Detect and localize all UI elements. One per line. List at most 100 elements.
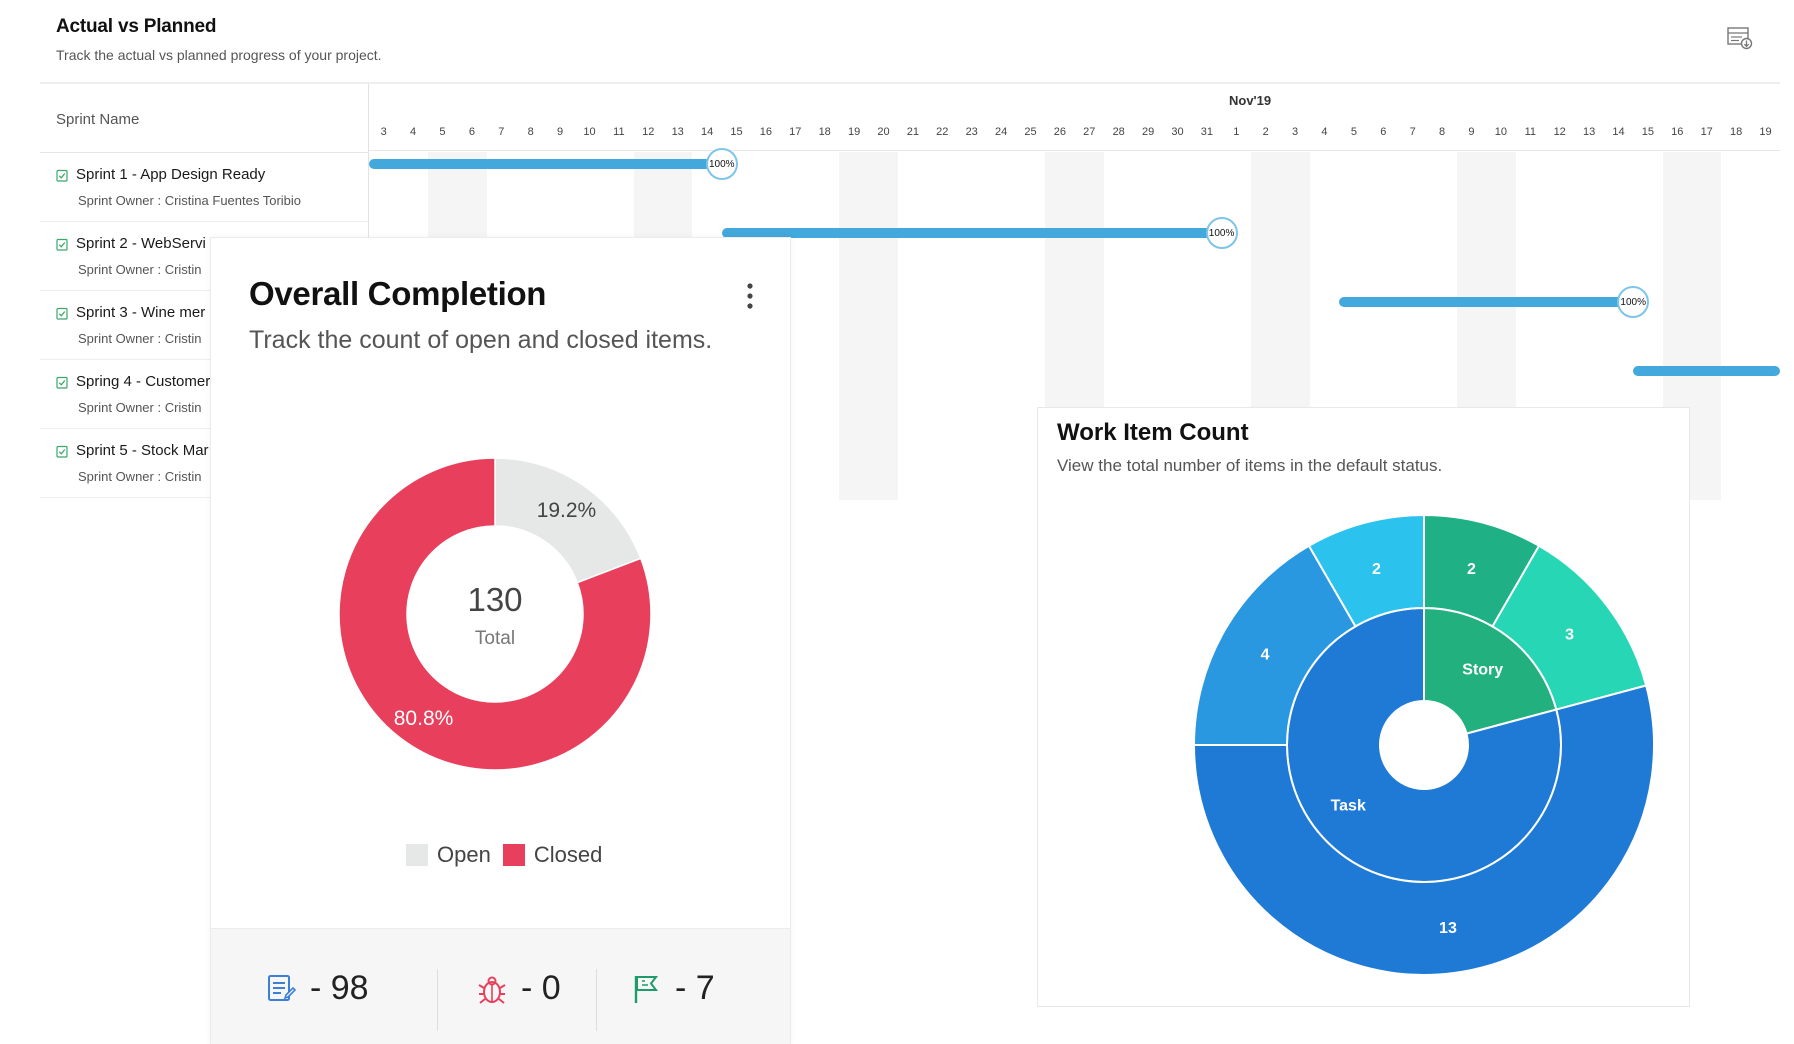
sprint-owner: Sprint Owner : Cristin <box>78 469 202 484</box>
day-label: 30 <box>1171 126 1184 138</box>
day-label: 21 <box>906 126 919 138</box>
day-label: 11 <box>1524 126 1536 138</box>
stat-divider <box>596 969 597 1031</box>
day-label: 28 <box>1112 126 1125 138</box>
checklist-icon <box>56 376 68 389</box>
day-label: 6 <box>1380 126 1387 138</box>
legend-label: Closed <box>533 842 603 867</box>
day-label: 7 <box>498 126 505 138</box>
sprint-progress-bar[interactable] <box>1633 366 1780 376</box>
card-title: Overall Completion <box>249 275 547 312</box>
donut-center-total: 130 <box>467 581 522 618</box>
day-label: 17 <box>789 126 802 138</box>
stat-bug-count[interactable]: - 0 <box>477 969 561 1008</box>
progress-badge[interactable]: 100% <box>705 148 738 180</box>
day-label: 23 <box>965 126 978 138</box>
sprint-progress-bar[interactable] <box>369 159 722 169</box>
day-label: 9 <box>557 126 564 138</box>
sprint-name[interactable]: Sprint 1 - App Design Ready <box>76 166 265 183</box>
work-item-count-card: Work Item Count View the total number of… <box>1037 407 1690 1007</box>
stat-document-count[interactable]: - 98 <box>266 969 369 1008</box>
completion-donut-chart[interactable]: 19.2% 80.8% 130 Total <box>305 424 685 804</box>
weekend-band <box>868 152 899 500</box>
day-label: 24 <box>994 126 1008 138</box>
day-label: 31 <box>1200 126 1213 138</box>
day-label: 3 <box>1292 126 1299 138</box>
day-label: 5 <box>439 126 446 138</box>
day-label: 14 <box>1612 126 1625 138</box>
day-label: 20 <box>877 126 890 138</box>
day-label: 8 <box>527 126 534 138</box>
sunburst-outer-label: 4 <box>1261 646 1270 663</box>
export-table-icon[interactable] <box>1727 26 1753 50</box>
legend-item-closed[interactable]: Closed <box>502 842 603 868</box>
day-label: 1 <box>1233 126 1240 138</box>
day-label: 19 <box>1759 126 1772 138</box>
flag-icon <box>634 975 659 1003</box>
sunburst-inner-label: Story <box>1462 661 1503 678</box>
more-options-icon[interactable] <box>745 282 755 310</box>
sunburst-outer-label: 13 <box>1439 920 1457 937</box>
sprint-name[interactable]: Sprint 5 - Stock Mar <box>76 442 209 459</box>
stat-divider <box>437 969 438 1031</box>
legend-item-open[interactable]: Open <box>406 842 491 868</box>
month-label: Nov'19 <box>1229 93 1272 108</box>
day-label: 10 <box>1494 126 1507 138</box>
progress-badge[interactable]: 100% <box>1205 217 1238 249</box>
day-label: 16 <box>759 126 772 138</box>
day-label: 25 <box>1024 126 1037 138</box>
day-label: 13 <box>1582 126 1596 138</box>
checklist-icon <box>56 238 68 251</box>
day-label: 16 <box>1671 126 1684 138</box>
donut-data-label: 80.8% <box>394 707 454 730</box>
sunburst-center-hole <box>1380 701 1468 789</box>
day-label: 4 <box>410 126 417 138</box>
page-title: Actual vs Planned <box>56 16 217 37</box>
timeline-header-divider <box>369 150 1780 151</box>
day-label: 9 <box>1468 126 1475 138</box>
overall-completion-card: Overall Completion Track the count of op… <box>210 237 791 1044</box>
donut-center-label: Total <box>475 628 515 649</box>
donut-data-label: 19.2% <box>537 499 597 522</box>
day-label: 18 <box>818 126 831 138</box>
day-label: 8 <box>1439 126 1446 138</box>
completion-stats-footer: - 98 - 0 - 7 <box>211 928 790 1044</box>
day-label: 12 <box>642 126 655 138</box>
sprint-name[interactable]: Sprint 2 - WebServi <box>76 235 206 252</box>
chart-legend: Open Closed <box>406 842 614 868</box>
day-label: 2 <box>1262 126 1269 138</box>
day-label: 17 <box>1700 126 1713 138</box>
day-label: 27 <box>1083 126 1096 138</box>
day-label: 29 <box>1141 126 1155 138</box>
page-subtitle: Track the actual vs planned progress of … <box>56 47 382 63</box>
stat-value: - 98 <box>310 969 369 1007</box>
sprint-owner: Sprint Owner : Cristin <box>78 400 202 415</box>
sprint-row-1[interactable]: Sprint 1 - App Design Ready Sprint Owner… <box>40 153 368 222</box>
progress-badge[interactable]: 100% <box>1617 286 1650 318</box>
day-label: 3 <box>380 126 387 138</box>
sprint-progress-bar[interactable] <box>1339 297 1634 307</box>
sprint-owner: Sprint Owner : Cristina Fuentes Toribio <box>78 193 302 208</box>
sprint-progress-bar[interactable] <box>721 228 1222 238</box>
day-label: 22 <box>936 126 949 138</box>
sprint-name[interactable]: Sprint 3 - Wine mer <box>76 304 205 321</box>
sprint-owner: Sprint Owner : Cristin <box>78 262 202 277</box>
stat-value: - 7 <box>675 969 715 1007</box>
day-label: 15 <box>730 126 743 138</box>
day-label: 6 <box>468 126 475 138</box>
sprint-column-label: Sprint Name <box>56 111 140 128</box>
sunburst-outer-label: 2 <box>1467 561 1476 578</box>
day-label: 14 <box>700 126 714 138</box>
day-label: 15 <box>1641 126 1654 138</box>
stat-flag-count[interactable]: - 7 <box>631 969 715 1008</box>
weekend-band <box>839 152 869 500</box>
day-label: 19 <box>847 126 861 138</box>
legend-swatch-closed <box>502 844 525 866</box>
document-list-icon <box>268 974 296 1001</box>
sprint-name[interactable]: Spring 4 - Customer <box>76 373 210 390</box>
work-item-sunburst-chart[interactable]: Story Task 2 3 13 4 2 <box>1038 408 1689 1006</box>
day-label: 13 <box>671 126 684 138</box>
day-label: 26 <box>1053 126 1066 138</box>
legend-label: Open <box>437 842 491 867</box>
sprint-owner: Sprint Owner : Cristin <box>78 331 202 346</box>
